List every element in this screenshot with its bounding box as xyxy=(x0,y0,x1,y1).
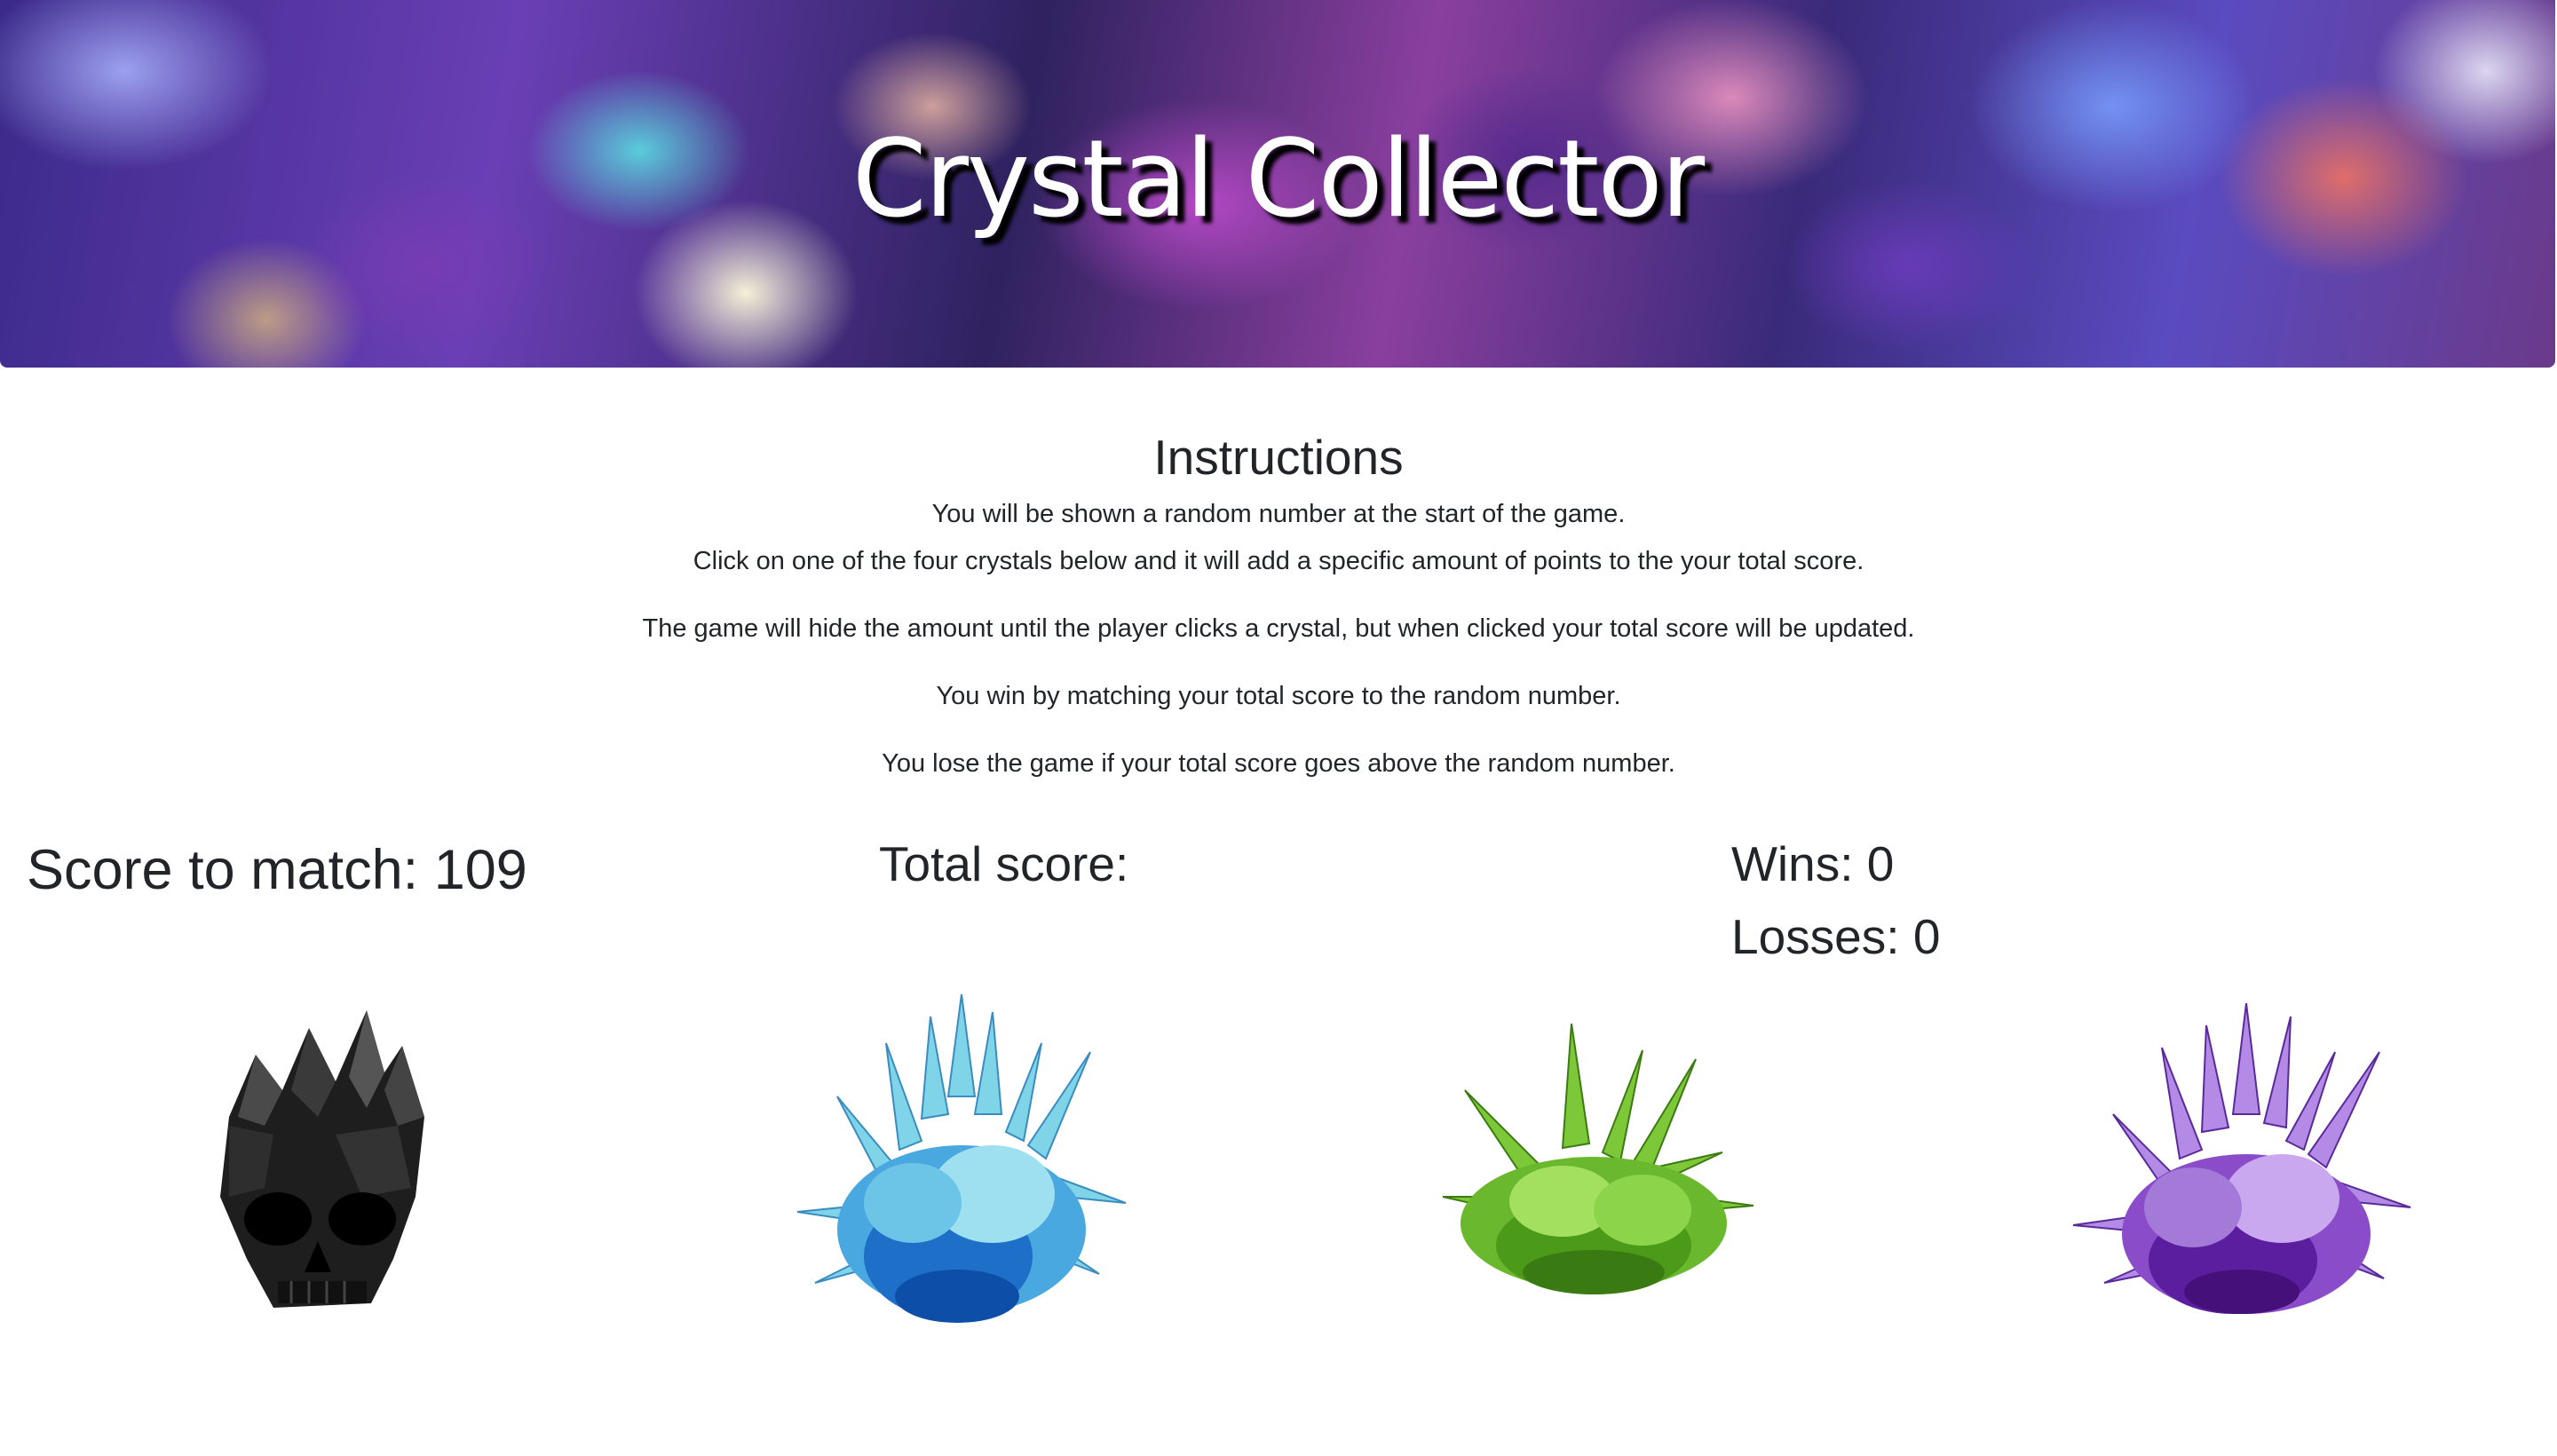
instruction-line: You will be shown a random number at the… xyxy=(931,500,1626,528)
purple-crystal-button[interactable] xyxy=(2069,999,2415,1323)
skull-crystal-icon xyxy=(220,1010,424,1308)
instruction-line: You lose the game if your total score go… xyxy=(882,749,1675,778)
wins-count: Wins: 0 xyxy=(1731,836,1895,891)
header-banner: Crystal Collector xyxy=(0,0,2555,368)
losses-count: Losses: 0 xyxy=(1731,909,1941,964)
instruction-line: Click on one of the four crystals below … xyxy=(693,547,1864,575)
blue-crystal-button[interactable] xyxy=(788,990,1135,1332)
purple-crystal-icon xyxy=(2072,1002,2411,1314)
green-crystal-icon xyxy=(1442,1023,1754,1294)
instructions-heading: Instructions xyxy=(1153,430,1404,485)
black-skull-crystal-button[interactable] xyxy=(202,993,433,1321)
instructions-section: Instructions You will be shown a random … xyxy=(0,417,2557,797)
blue-crystal-icon xyxy=(796,993,1127,1323)
green-crystal-button[interactable] xyxy=(1438,1019,1758,1303)
total-score: Total score: xyxy=(879,836,1129,891)
score-to-match: Score to match: 109 xyxy=(27,839,527,901)
page-title: Crystal Collector xyxy=(851,118,1705,241)
instruction-line: The game will hide the amount until the … xyxy=(642,614,1915,643)
instruction-line: You win by matching your total score to … xyxy=(936,682,1621,710)
